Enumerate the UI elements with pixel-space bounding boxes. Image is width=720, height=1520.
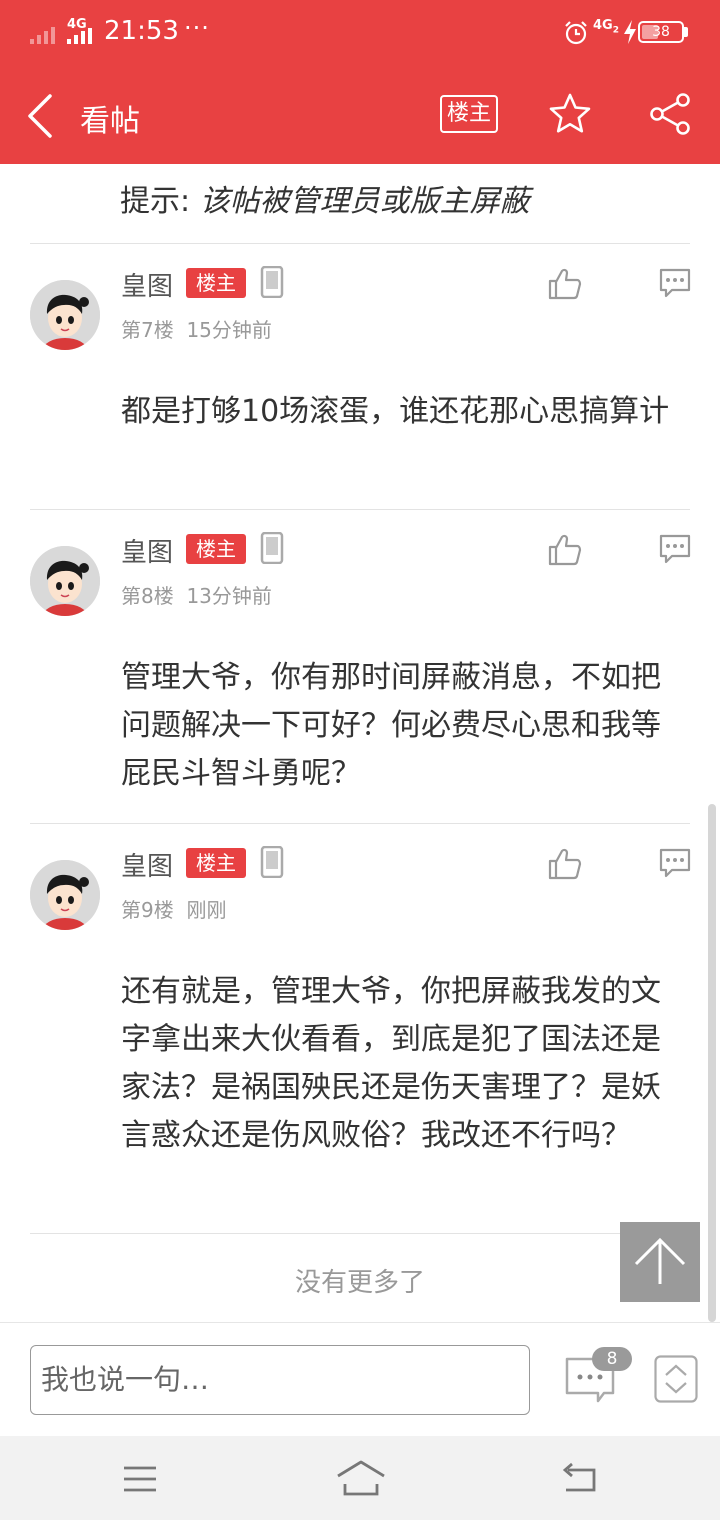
back-to-top-button[interactable] [620, 1222, 700, 1302]
owner-badge: 楼主 [186, 848, 246, 878]
divider [30, 509, 690, 510]
notice-prefix: 提示: [120, 184, 200, 219]
avatar[interactable] [30, 280, 100, 350]
page-title: 看帖 [80, 104, 140, 139]
home-icon[interactable] [336, 1458, 386, 1498]
clock-time: 21:53 [104, 16, 179, 46]
no-more-label: 没有更多了 [294, 1268, 425, 1298]
signal-sim1-icon [30, 27, 55, 44]
comment-icon[interactable] [658, 848, 692, 878]
arrow-up-icon [634, 1237, 686, 1284]
header: 看帖 楼主 [0, 66, 720, 164]
mobile-client-icon [260, 846, 284, 878]
divider [30, 823, 690, 824]
battery-icon: 38 [638, 21, 684, 43]
post-time: 15分钟前 [186, 318, 272, 342]
post-body: 还有就是，管理大爷，你把屏蔽我发的文字拿出来大伙看看，到底是犯了国法还是家法？是… [121, 974, 661, 1153]
avatar[interactable] [30, 860, 100, 930]
post-time: 13分钟前 [186, 584, 272, 608]
post-body: 管理大爷，你有那时间屏蔽消息，不如把问题解决一下可好？何必费尽心思和我等屁民斗智… [121, 660, 661, 791]
user-avatar-image [30, 546, 100, 616]
more-notifications-icon: ··· [184, 14, 210, 42]
reply-bar: 我也说一句… 8 [0, 1322, 720, 1437]
thumbs-up-icon[interactable] [548, 268, 582, 300]
comment-icon[interactable] [658, 534, 692, 564]
comment-icon[interactable] [658, 268, 692, 298]
network-type-label-2: 4G2 [593, 18, 619, 36]
post-time: 刚刚 [186, 898, 227, 922]
alarm-icon [565, 21, 587, 45]
user-avatar-image [30, 860, 100, 930]
top-bar: 4G 21:53 ··· 4G2 38 看帖 楼主 [0, 0, 720, 164]
only-owner-button[interactable]: 楼主 [440, 95, 498, 133]
floor-number: 第9楼 [121, 898, 174, 922]
system-nav-bar [0, 1436, 720, 1520]
floor-and-time: 第7楼 15分钟前 [121, 314, 272, 343]
avatar[interactable] [30, 546, 100, 616]
notice-text: 该帖被管理员或版主屏蔽 [199, 184, 530, 219]
share-icon[interactable] [648, 92, 692, 136]
divider [30, 1233, 690, 1234]
post-body: 都是打够10场滚蛋，谁还花那心思搞算计 [121, 394, 670, 429]
reply-count-badge: 8 [592, 1347, 632, 1371]
charging-icon [624, 20, 636, 44]
mobile-client-icon [260, 532, 284, 564]
owner-badge: 楼主 [186, 268, 246, 298]
floor-number: 第8楼 [121, 584, 174, 608]
return-icon[interactable] [560, 1460, 600, 1496]
floor-number: 第7楼 [121, 318, 174, 342]
back-icon[interactable] [22, 92, 56, 140]
owner-badge: 楼主 [186, 534, 246, 564]
username[interactable]: 皇图 [121, 532, 173, 569]
divider [30, 243, 690, 244]
scrollbar[interactable] [708, 804, 716, 1322]
menu-icon[interactable] [122, 1464, 158, 1494]
signal-sim2-icon [67, 28, 92, 44]
battery-level: 38 [652, 24, 670, 40]
thumbs-up-icon[interactable] [548, 534, 582, 566]
reply-input[interactable]: 我也说一句… [30, 1345, 530, 1415]
thumbs-up-icon[interactable] [548, 848, 582, 880]
user-avatar-image [30, 280, 100, 350]
username[interactable]: 皇图 [121, 266, 173, 303]
username[interactable]: 皇图 [121, 846, 173, 883]
status-bar: 4G 21:53 ··· 4G2 38 [0, 0, 720, 66]
floor-and-time: 第9楼 刚刚 [121, 894, 226, 923]
mobile-client-icon [260, 266, 284, 298]
star-icon[interactable] [548, 92, 592, 136]
page-up-down-icon[interactable] [654, 1355, 698, 1403]
blocked-notice: 提示: 该帖被管理员或版主屏蔽 [120, 176, 530, 220]
floor-and-time: 第8楼 13分钟前 [121, 580, 272, 609]
